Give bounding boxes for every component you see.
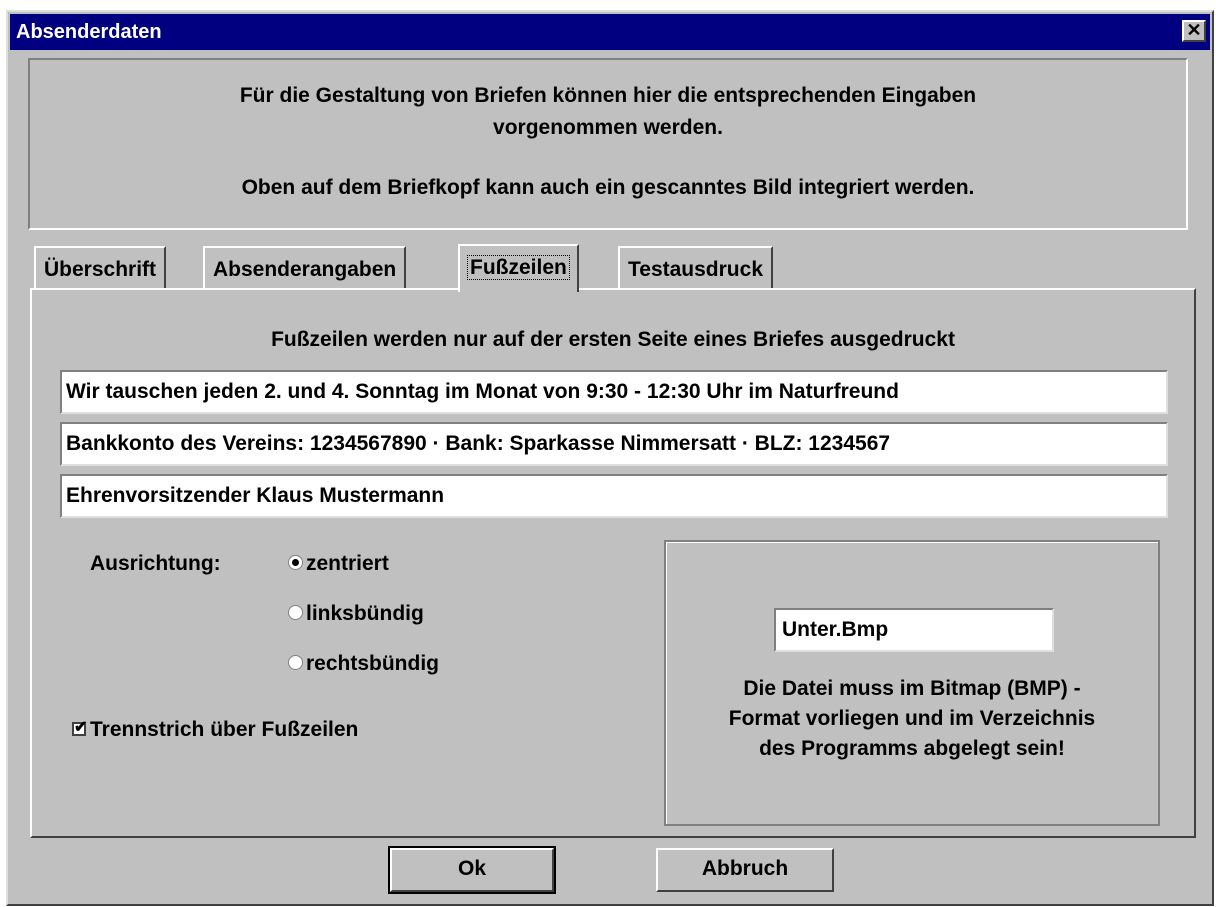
info-text-1: Für die Gestaltung von Briefen können hi… [239,84,977,139]
radio-label: rechtsbündig [306,652,440,675]
bitmap-filename-input[interactable]: Unter.Bmp [774,608,1054,652]
title-bar[interactable]: Absenderdaten ✕ [10,14,1210,50]
info-text-2: Oben auf dem Briefkopf kann auch ein ges… [241,176,975,199]
footer-note: Fußzeilen werden nur auf der ersten Seit… [271,328,955,351]
radio-selected-icon [288,555,303,571]
bitmap-note: Die Datei muss im Bitmap (BMP) - Format … [666,674,1158,764]
radio-linksbuendig[interactable]: linksbündig [288,602,424,626]
tab-fusszeilen[interactable]: Fußzeilen [458,244,579,292]
tab-label: Überschrift [44,258,157,281]
ok-button-label: Ok [457,857,486,880]
tab-absenderangaben[interactable]: Absenderangaben [203,246,407,288]
bitmap-note-line: des Programms abgelegt sein! [759,737,1065,760]
ok-button[interactable]: Ok [388,846,556,894]
bitmap-note-line: Die Datei muss im Bitmap (BMP) - [743,677,1081,700]
radio-rechtsbuendig[interactable]: rechtsbündig [288,652,439,676]
radio-empty-icon [288,655,303,671]
radio-zentriert[interactable]: zentriert [288,552,389,576]
info-panel: Für die Gestaltung von Briefen können hi… [28,58,1188,230]
cancel-button[interactable]: Abbruch [656,848,834,892]
tab-testausdruck[interactable]: Testausdruck [618,246,773,288]
close-button[interactable]: ✕ [1182,20,1206,42]
radio-label: linksbündig [306,602,424,625]
window-title: Absenderdaten [16,21,162,43]
footer-line-1-input[interactable]: Wir tauschen jeden 2. und 4. Sonntag im … [60,370,1168,414]
bitmap-group: Unter.Bmp Die Datei muss im Bitmap (BMP)… [664,540,1160,826]
tab-label: Absenderangaben [213,258,397,281]
bitmap-note-line: Format vorliegen und im Verzeichnis [728,707,1096,730]
alignment-label: Ausrichtung: [90,552,221,575]
separator-checkbox[interactable]: ✔ Trennstrich über Fußzeilen [72,718,358,742]
cancel-button-label: Abbruch [701,857,789,880]
tab-label: Testausdruck [628,258,763,281]
separator-label: Trennstrich über Fußzeilen [90,718,359,741]
radio-label: zentriert [306,552,389,575]
close-icon: ✕ [1186,20,1202,40]
footer-line-2-input[interactable]: Bankkonto des Vereins: 1234567890 · Bank… [60,422,1168,466]
tab-panel-fusszeilen: Fußzeilen werden nur auf der ersten Seit… [30,288,1196,838]
checkbox-checked-icon: ✔ [72,718,88,736]
tab-label: Fußzeilen [467,255,570,280]
radio-empty-icon [288,605,303,621]
tab-ueberschrift[interactable]: Überschrift [34,246,167,288]
footer-line-3-input[interactable]: Ehrenvorsitzender Klaus Mustermann [60,474,1168,518]
